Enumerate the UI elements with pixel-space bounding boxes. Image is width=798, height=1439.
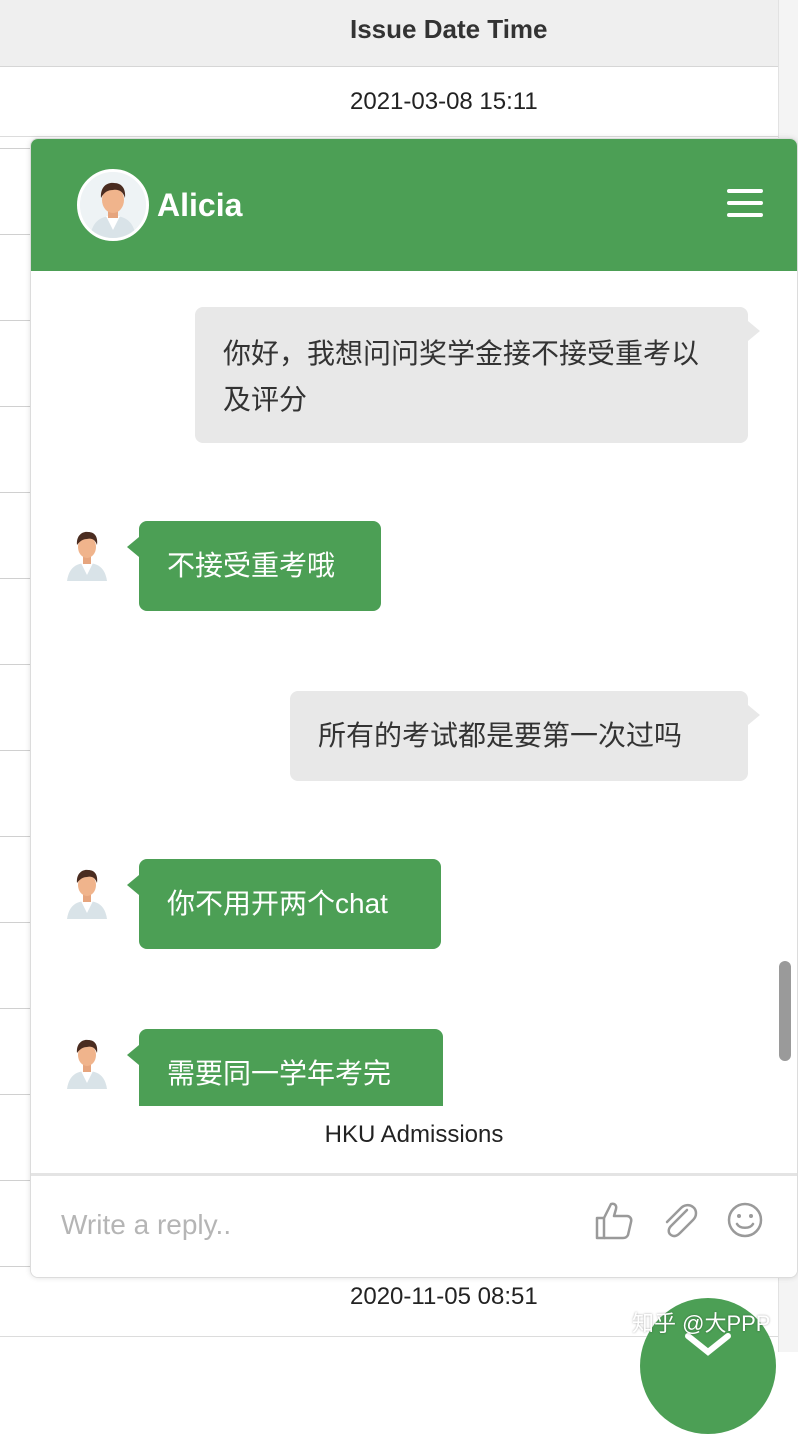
thumbs-up-icon[interactable] (591, 1198, 635, 1242)
agent-avatar-small (67, 531, 107, 581)
row-divider (0, 136, 778, 137)
message-list[interactable]: 你好，我想问问奖学金接不接受重考以及评分 不接受重考哦 所有的考试都是要第一次过… (31, 271, 797, 1106)
agent-message: 不接受重考哦 (127, 521, 381, 611)
user-message: 所有的考试都是要第一次过吗 (290, 691, 760, 781)
reply-composer (31, 1173, 797, 1277)
attachment-icon[interactable] (657, 1198, 701, 1242)
watermark: 知乎 @大PPP (632, 1311, 771, 1336)
chat-scrollbar-thumb[interactable] (779, 961, 791, 1061)
agent-message: 需要同一学年考完 (127, 1029, 443, 1106)
table-header: Issue Date Time (0, 0, 778, 67)
agent-avatar-small (67, 1039, 107, 1089)
issue-date-time-header[interactable]: Issue Date Time (350, 14, 548, 45)
menu-icon[interactable] (727, 189, 763, 217)
agent-message: 你不用开两个chat (127, 859, 441, 949)
chat-widget: Alicia 你好，我想问问奖学金接不接受重考以及评分 不接受重考哦 所有的考试… (30, 138, 798, 1278)
agent-name: Alicia (157, 187, 243, 223)
powered-by-label: HKU Admissions (324, 1121, 504, 1148)
user-message: 你好，我想问问奖学金接不接受重考以及评分 (195, 307, 760, 443)
agent-avatar-small (67, 869, 107, 919)
agent-avatar (77, 169, 149, 241)
chat-header: Alicia (31, 139, 797, 271)
emoji-icon[interactable] (723, 1198, 767, 1242)
table-cell-date: 2020-11-05 08:51 (350, 1283, 538, 1310)
reply-input[interactable] (59, 1202, 583, 1248)
table-cell-date: 2021-03-08 15:11 (350, 88, 538, 115)
person-icon (80, 172, 146, 238)
